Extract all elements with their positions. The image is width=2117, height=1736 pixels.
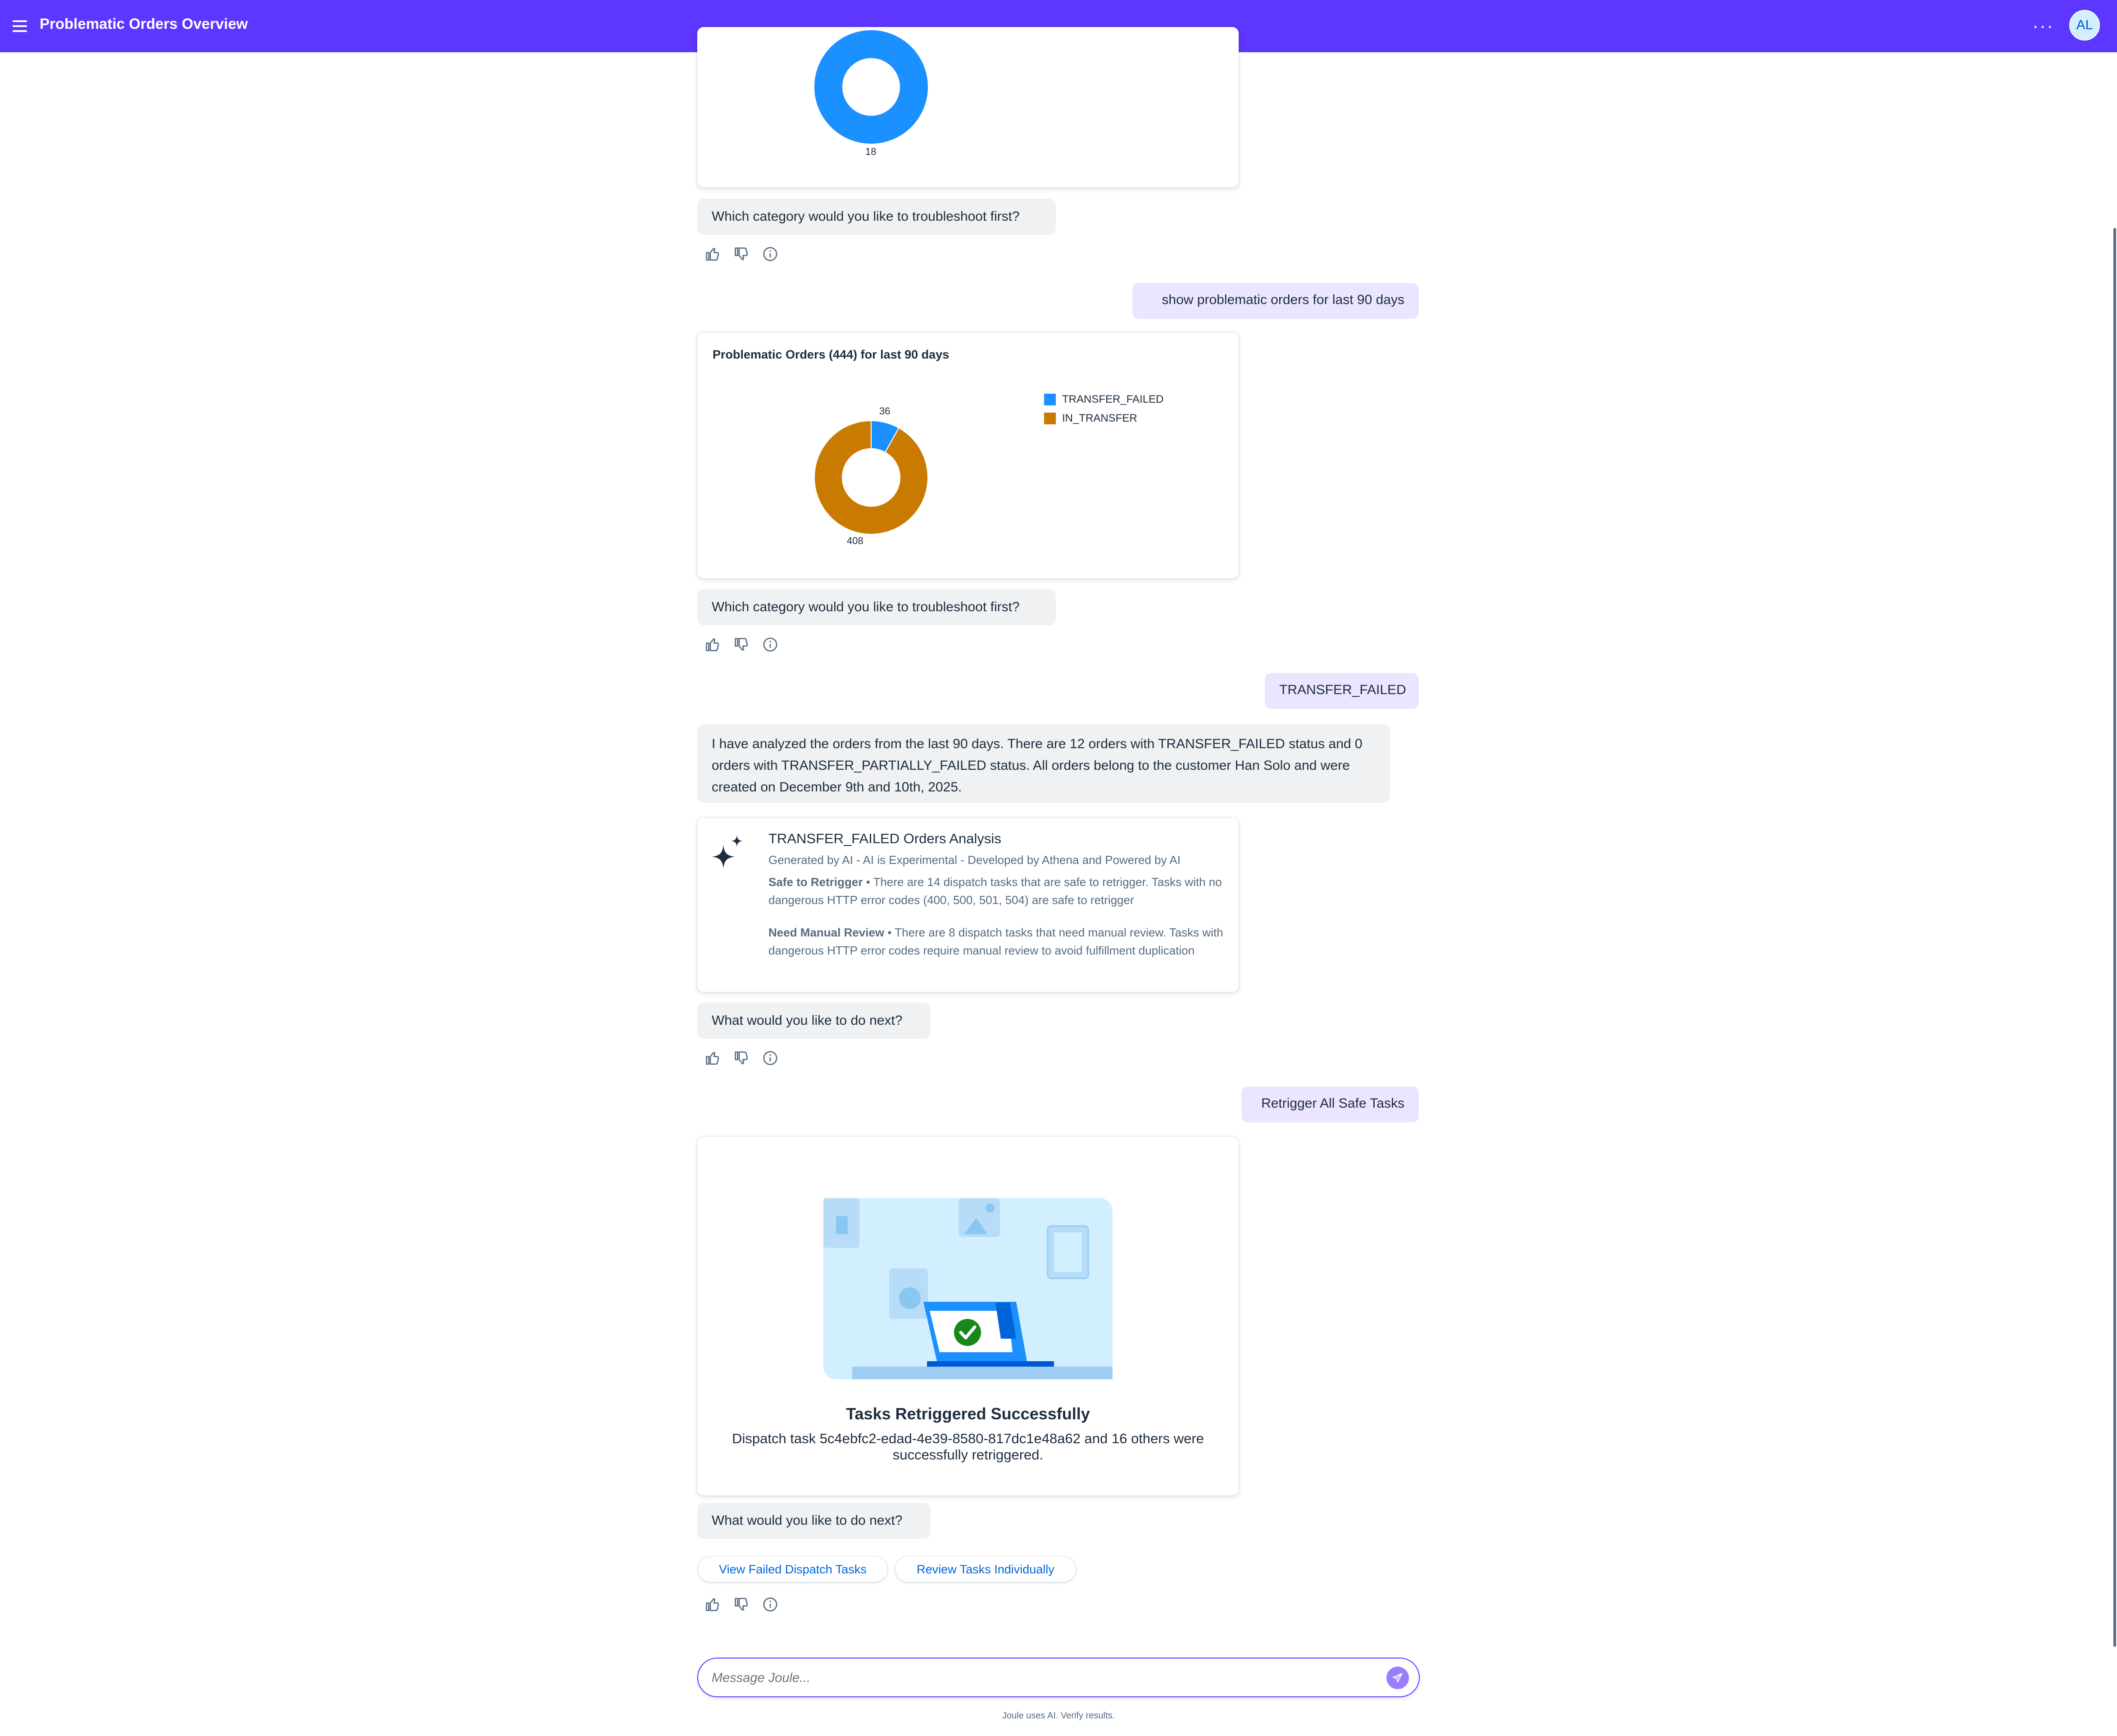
ai-sparkle-icon bbox=[712, 835, 743, 868]
feedback-row bbox=[704, 1049, 779, 1067]
info-icon[interactable] bbox=[761, 1049, 779, 1067]
slice-label-in-transfer: 408 bbox=[847, 535, 863, 546]
info-icon[interactable] bbox=[761, 636, 779, 654]
thumbs-up-icon[interactable] bbox=[704, 636, 722, 654]
thumbs-up-icon[interactable] bbox=[704, 245, 722, 263]
manual-review-section: Need Manual Review • There are 8 dispatc… bbox=[768, 923, 1223, 959]
bot-message: I have analyzed the orders from the last… bbox=[697, 724, 1390, 803]
user-message: Retrigger All Safe Tasks bbox=[1241, 1086, 1419, 1122]
donut-chart-2 bbox=[814, 420, 928, 535]
success-card: Tasks Retriggered Successfully Dispatch … bbox=[697, 1137, 1239, 1495]
bot-message: Which category would you like to trouble… bbox=[697, 199, 1056, 235]
legend-label: IN_TRANSFER bbox=[1062, 412, 1137, 424]
chart1-value-label: 18 bbox=[865, 146, 877, 157]
donut-slice-0[interactable] bbox=[814, 30, 928, 144]
success-illustration bbox=[823, 1198, 1113, 1379]
chart-card-1: 18 bbox=[697, 27, 1239, 187]
donut-chart-1 bbox=[814, 30, 928, 144]
thumbs-down-icon[interactable] bbox=[732, 245, 750, 263]
more-horizontal-icon[interactable]: ··· bbox=[2032, 16, 2054, 35]
user-message: TRANSFER_FAILED bbox=[1265, 673, 1419, 709]
send-button[interactable] bbox=[1386, 1667, 1409, 1689]
chart-card-2: Problematic Orders (444) for last 90 day… bbox=[697, 332, 1239, 578]
thumbs-down-icon[interactable] bbox=[732, 1049, 750, 1067]
info-icon[interactable] bbox=[761, 245, 779, 263]
send-icon bbox=[1393, 1673, 1403, 1682]
analysis-card: TRANSFER_FAILED Orders Analysis Generate… bbox=[697, 818, 1239, 992]
analysis-title: TRANSFER_FAILED Orders Analysis bbox=[768, 831, 1001, 846]
legend-label: TRANSFER_FAILED bbox=[1062, 393, 1164, 405]
slice-label-transfer-failed: 36 bbox=[879, 405, 890, 417]
success-text: Dispatch task 5c4ebfc2-edad-4e39-8580-81… bbox=[732, 1431, 1204, 1463]
safe-heading: Safe to Retrigger bbox=[768, 875, 863, 889]
user-message: show problematic orders for last 90 days bbox=[1132, 283, 1419, 319]
menu-icon[interactable] bbox=[13, 17, 27, 35]
bot-message: Which category would you like to trouble… bbox=[697, 589, 1056, 625]
review-tasks-individually-button[interactable]: Review Tasks Individually bbox=[895, 1557, 1076, 1582]
info-icon[interactable] bbox=[761, 1595, 779, 1613]
review-heading: Need Manual Review bbox=[768, 926, 885, 939]
page-title: Problematic Orders Overview bbox=[40, 15, 248, 32]
thumbs-down-icon[interactable] bbox=[732, 1595, 750, 1613]
legend-item[interactable]: TRANSFER_FAILED bbox=[1044, 390, 1163, 409]
message-composer bbox=[697, 1658, 1420, 1697]
avatar[interactable]: AL bbox=[2069, 10, 2100, 41]
feedback-row bbox=[704, 1595, 779, 1613]
thumbs-up-icon[interactable] bbox=[704, 1049, 722, 1067]
feedback-row bbox=[704, 245, 779, 263]
safe-to-retrigger-section: Safe to Retrigger • There are 14 dispatc… bbox=[768, 873, 1223, 909]
donut-slice-in-transfer[interactable] bbox=[814, 420, 928, 535]
chart-legend: TRANSFER_FAILED IN_TRANSFER bbox=[1044, 390, 1163, 428]
feedback-row bbox=[704, 636, 779, 654]
bot-message: What would you like to do next? bbox=[697, 1003, 931, 1039]
view-failed-dispatch-tasks-button[interactable]: View Failed Dispatch Tasks bbox=[698, 1557, 887, 1582]
message-input[interactable] bbox=[711, 1667, 1352, 1689]
bot-message: What would you like to do next? bbox=[697, 1503, 931, 1539]
thumbs-up-icon[interactable] bbox=[704, 1595, 722, 1613]
legend-item[interactable]: IN_TRANSFER bbox=[1044, 409, 1163, 428]
analysis-subtitle: Generated by AI - AI is Experimental - D… bbox=[768, 853, 1181, 867]
ai-disclaimer: Joule uses AI. Verify results. bbox=[1002, 1711, 1115, 1721]
success-title: Tasks Retriggered Successfully bbox=[846, 1404, 1090, 1423]
scrollbar-thumb[interactable] bbox=[2113, 228, 2116, 1647]
thumbs-down-icon[interactable] bbox=[732, 636, 750, 654]
